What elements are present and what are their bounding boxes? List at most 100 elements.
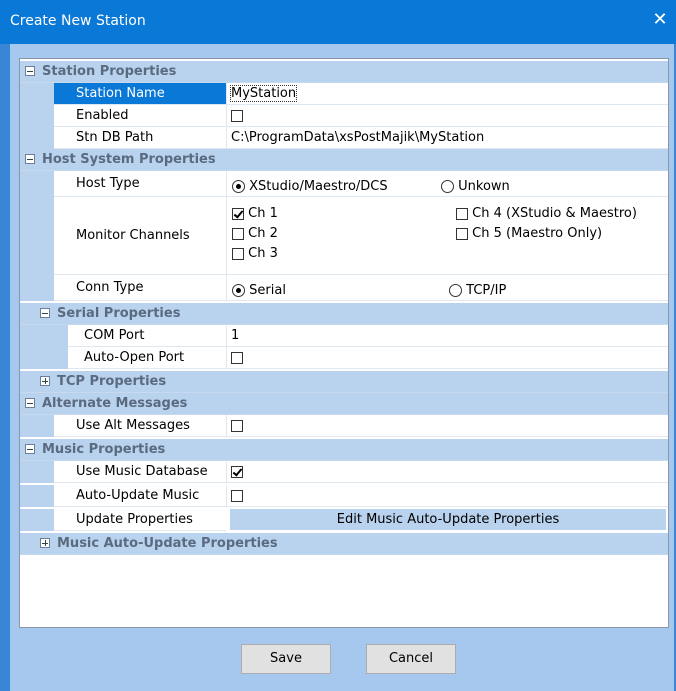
category-label: Music Properties [42,442,166,457]
stn-db-path-field[interactable]: C:\ProgramData\xsPostMajik\MyStation [226,127,668,149]
row-gutter [20,347,68,369]
category-label: Serial Properties [57,306,181,321]
category-music-properties[interactable]: Music Properties [20,439,668,461]
option-label: Ch 5 (Maestro Only) [472,226,603,241]
prop-row-conn-type[interactable]: Conn Type Serial TCP/IP [20,275,668,301]
conn-type-option-serial[interactable]: Serial [232,280,286,302]
radio-selected-icon[interactable] [232,180,245,193]
host-type-option-xstudio[interactable]: XStudio/Maestro/DCS [232,176,388,198]
channel-3-option[interactable]: Ch 3 [232,243,278,265]
collapse-icon[interactable] [40,308,50,318]
close-icon[interactable]: ✕ [648,8,672,32]
option-label: Ch 1 [248,206,278,221]
collapse-icon[interactable] [25,444,35,454]
conn-type-field: Serial TCP/IP [226,275,668,301]
row-gutter [20,127,54,149]
enabled-field [226,105,668,127]
option-label: Serial [249,283,286,298]
prop-row-auto-open-port[interactable]: Auto-Open Port [20,347,668,369]
prop-name-com-port: COM Port [68,325,226,347]
prop-name-station-name: Station Name [54,83,226,105]
collapse-icon[interactable] [25,398,35,408]
prop-name-use-alt-messages: Use Alt Messages [54,415,226,437]
row-gutter [20,325,68,347]
prop-row-update-properties[interactable]: Update Properties Edit Music Auto-Update… [20,509,668,531]
use-alt-messages-checkbox[interactable] [231,419,243,432]
cancel-button[interactable]: Cancel [366,644,456,674]
category-tcp-properties[interactable]: TCP Properties [20,371,668,393]
station-name-value: MyStation [229,85,298,102]
host-type-field: XStudio/Maestro/DCS Unkown [226,171,668,197]
prop-name-monitor-channels: Monitor Channels [54,197,226,275]
collapse-icon[interactable] [25,154,35,164]
host-type-option-unknown[interactable]: Unkown [441,176,510,198]
prop-name-auto-update-music: Auto-Update Music [54,485,226,507]
category-serial-properties[interactable]: Serial Properties [20,303,668,325]
station-name-field[interactable]: MyStation [226,83,668,105]
prop-row-stn-db-path[interactable]: Stn DB Path C:\ProgramData\xsPostMajik\M… [20,127,668,149]
edit-music-auto-update-button[interactable]: Edit Music Auto-Update Properties [230,509,666,530]
category-station-properties[interactable]: Station Properties [20,61,668,83]
com-port-field[interactable]: 1 [226,325,668,347]
prop-row-host-type[interactable]: Host Type XStudio/Maestro/DCS Unkown [20,171,668,197]
radio-selected-icon[interactable] [232,284,245,297]
expand-icon[interactable] [40,538,50,548]
row-gutter [20,461,54,483]
channel-2-option[interactable]: Ch 2 [232,223,278,245]
prop-name-host-type: Host Type [54,171,226,197]
option-label: Ch 2 [248,226,278,241]
checkbox-icon[interactable] [232,227,244,240]
collapse-icon[interactable] [25,66,35,76]
prop-row-enabled[interactable]: Enabled [20,105,668,127]
option-label: Ch 3 [248,246,278,261]
channel-5-option[interactable]: Ch 5 (Maestro Only) [456,223,602,245]
category-host-system-properties[interactable]: Host System Properties [20,149,668,171]
row-gutter [20,371,34,392]
property-grid[interactable]: Station Properties Station Name MyStatio… [19,58,669,628]
prop-row-auto-update-music[interactable]: Auto-Update Music [20,485,668,507]
prop-name-stn-db-path: Stn DB Path [54,127,226,149]
row-gutter [20,303,34,324]
radio-icon[interactable] [441,180,454,193]
category-label: Host System Properties [42,152,216,167]
row-gutter [20,105,54,127]
title-bar: Create New Station ✕ [0,0,676,44]
auto-update-music-checkbox[interactable] [231,489,243,502]
checkbox-icon[interactable] [456,227,468,240]
window-title: Create New Station [10,13,146,29]
enabled-checkbox[interactable] [231,109,243,122]
option-label: Unkown [458,179,510,194]
category-label: Music Auto-Update Properties [57,536,278,551]
expand-icon[interactable] [40,376,50,386]
use-music-database-checkbox[interactable] [231,465,243,478]
prop-row-station-name[interactable]: Station Name MyStation [20,83,668,105]
save-button[interactable]: Save [241,644,331,674]
option-label: Ch 4 (XStudio & Maestro) [472,206,637,221]
checkbox-icon[interactable] [456,207,468,220]
category-music-auto-update-properties[interactable]: Music Auto-Update Properties [20,533,668,555]
check-icon[interactable] [232,207,244,220]
category-label: TCP Properties [57,374,167,389]
use-alt-messages-field [226,415,668,437]
auto-open-port-checkbox[interactable] [231,351,243,364]
prop-row-use-alt-messages[interactable]: Use Alt Messages [20,415,668,437]
channel-4-option[interactable]: Ch 4 (XStudio & Maestro) [456,203,637,225]
prop-row-monitor-channels[interactable]: Monitor Channels Ch 1 Ch 2 Ch 3 Ch 4 (XS… [20,197,668,275]
row-gutter [20,275,54,301]
auto-update-music-field [226,485,668,507]
option-label: XStudio/Maestro/DCS [249,179,388,194]
radio-icon[interactable] [449,284,462,297]
row-gutter [20,415,54,437]
conn-type-option-tcpip[interactable]: TCP/IP [449,280,506,302]
prop-row-use-music-database[interactable]: Use Music Database [20,461,668,483]
row-gutter [20,171,54,197]
row-gutter [20,533,34,554]
prop-row-com-port[interactable]: COM Port 1 [20,325,668,347]
category-alternate-messages[interactable]: Alternate Messages [20,393,668,415]
row-gutter [20,509,54,531]
channel-1-option[interactable]: Ch 1 [232,203,278,225]
category-label: Alternate Messages [42,396,188,411]
row-gutter [20,485,54,507]
prop-name-auto-open-port: Auto-Open Port [68,347,226,369]
checkbox-icon[interactable] [232,247,244,260]
